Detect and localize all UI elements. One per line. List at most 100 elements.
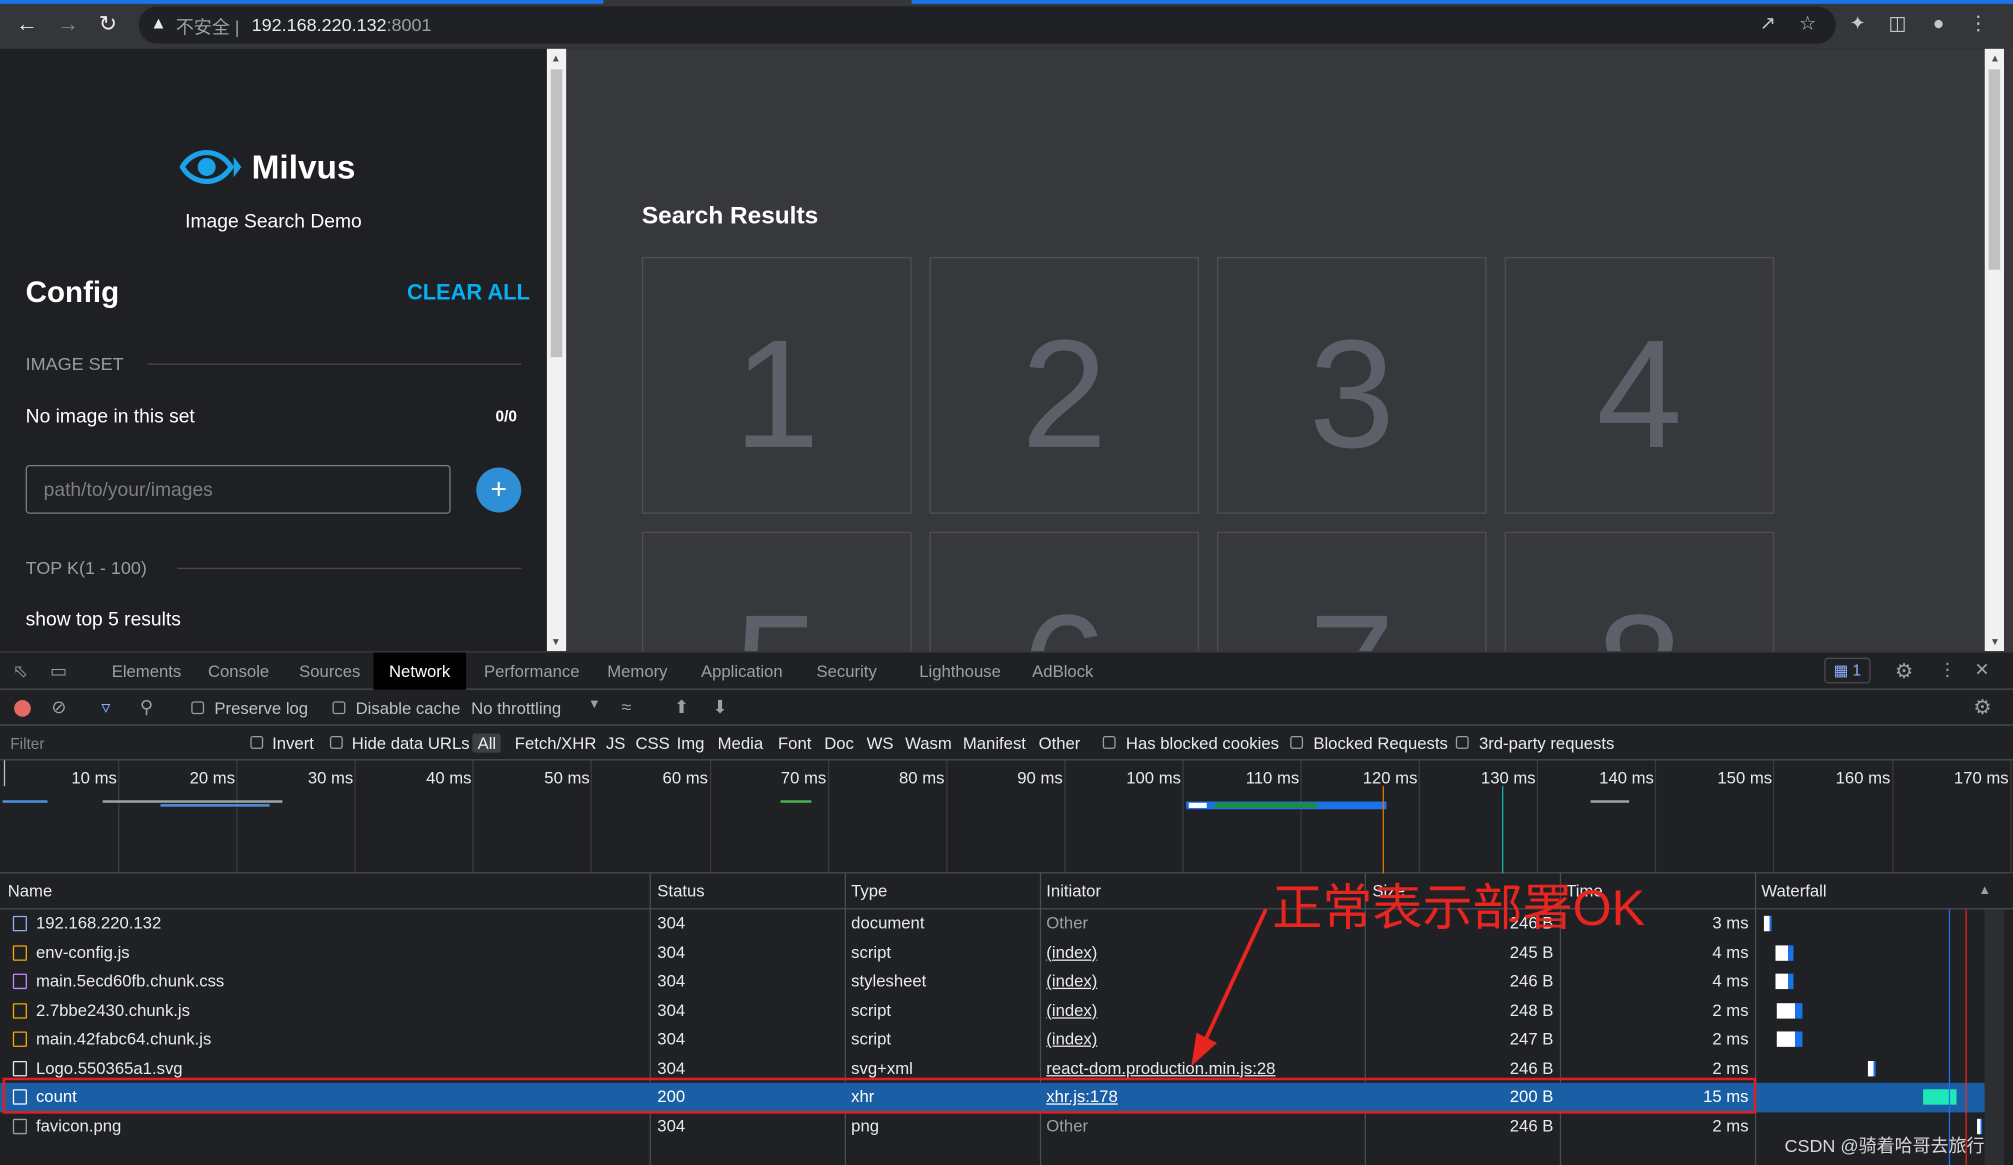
request-initiator[interactable]: (index) <box>1046 971 1097 990</box>
annotation-arrow-icon <box>1191 908 1268 1067</box>
clear-icon[interactable]: ⊘ <box>51 696 66 718</box>
request-initiator[interactable]: (index) <box>1046 942 1097 961</box>
image-path-input[interactable] <box>25 464 451 514</box>
image-icon <box>12 1118 27 1134</box>
filter-doc[interactable]: Doc <box>824 733 854 752</box>
column-status[interactable]: Status <box>657 881 704 900</box>
request-initiator[interactable]: (index) <box>1046 1029 1097 1048</box>
profile-icon[interactable]: ● <box>1926 12 1952 38</box>
result-card[interactable]: 1 <box>641 256 912 514</box>
scroll-down-icon[interactable]: ▼ <box>551 636 561 648</box>
more-options-icon[interactable]: ⋮ <box>1939 659 1957 681</box>
tab-console[interactable]: Console <box>208 662 269 681</box>
tab-lighthouse[interactable]: Lighthouse <box>919 662 1001 681</box>
messages-badge[interactable]: ▦ 1 <box>1824 657 1871 684</box>
result-card[interactable]: 3 <box>1217 256 1487 514</box>
filter-icon[interactable]: ▿ <box>101 696 110 718</box>
blocked-requests-checkbox[interactable] <box>1290 736 1304 749</box>
annotation-text: 正常表示部署OK <box>1272 881 1646 937</box>
import-har-icon[interactable]: ⬆ <box>674 696 689 718</box>
table-row[interactable]: env-config.js 304 script (index) 245 B 4 ms <box>0 938 1985 967</box>
star-icon[interactable]: ☆ <box>1795 12 1821 38</box>
throttling-select[interactable]: No throttling <box>471 699 561 718</box>
settings-icon[interactable]: ⚙ <box>1895 659 1913 685</box>
add-path-button[interactable]: + <box>476 467 522 513</box>
forward-icon[interactable]: → <box>55 12 81 38</box>
tab-performance[interactable]: Performance <box>484 662 580 681</box>
request-initiator: Other <box>1046 913 1089 933</box>
table-row[interactable]: main.42fabc64.chunk.js 304 script (index) 24… <box>0 1025 1985 1054</box>
sort-up-icon[interactable]: ▲ <box>1978 884 1991 898</box>
timeline-gridline <box>1891 760 1893 874</box>
waterfall-bar <box>1867 1060 1876 1076</box>
tab-sources[interactable]: Sources <box>299 662 360 681</box>
filter-css[interactable]: CSS <box>635 733 669 752</box>
filter-input[interactable]: Filter <box>10 735 44 753</box>
overview-start-handle[interactable] <box>3 760 6 787</box>
search-icon[interactable]: ⚲ <box>140 696 153 718</box>
record-icon[interactable] <box>14 700 31 717</box>
request-time: 2 ms <box>1712 1115 1749 1135</box>
disable-cache-checkbox[interactable] <box>332 701 346 715</box>
menu-icon[interactable]: ⋮ <box>1965 12 1991 38</box>
result-card[interactable]: 2 <box>929 256 1200 514</box>
result-card[interactable]: 4 <box>1504 256 1775 514</box>
page-scroll-thumb[interactable] <box>1988 69 2001 270</box>
tab-adblock[interactable]: AdBlock <box>1032 662 1093 681</box>
filter-all[interactable]: All <box>472 733 502 753</box>
close-icon[interactable]: ✕ <box>1974 659 1989 681</box>
tab-elements[interactable]: Elements <box>112 662 182 681</box>
reload-icon[interactable]: ↻ <box>95 12 121 38</box>
filter-wasm[interactable]: Wasm <box>905 733 952 752</box>
blocked-cookies-checkbox[interactable] <box>1102 736 1116 749</box>
table-row[interactable]: 2.7bbe2430.chunk.js 304 script (index) 248 B… <box>0 996 1985 1025</box>
column-name[interactable]: Name <box>8 881 53 900</box>
extensions-icon[interactable]: ✦ <box>1845 12 1871 38</box>
back-icon[interactable]: ← <box>14 12 40 38</box>
network-conditions-icon[interactable]: ≈ <box>621 696 631 717</box>
scroll-up-icon[interactable]: ▲ <box>1990 53 2000 65</box>
tab-security[interactable]: Security <box>816 662 876 681</box>
tab-network[interactable]: Network <box>373 652 466 690</box>
results-title: Search Results <box>641 202 819 230</box>
hide-data-urls-checkbox[interactable] <box>329 736 343 749</box>
column-waterfall[interactable]: Waterfall <box>1761 881 1826 900</box>
tab-memory[interactable]: Memory <box>607 662 667 681</box>
filter-img[interactable]: Img <box>677 733 705 752</box>
domcontentloaded-line <box>1502 786 1504 874</box>
table-row[interactable]: favicon.png 304 png Other 246 B 2 ms <box>0 1112 1985 1141</box>
filter-fetch-xhr[interactable]: Fetch/XHR <box>515 733 597 752</box>
third-party-checkbox[interactable] <box>1455 736 1469 749</box>
image-set-label: IMAGE SET <box>25 353 124 374</box>
filter-js[interactable]: JS <box>606 733 625 752</box>
scroll-down-icon[interactable]: ▼ <box>1990 636 2000 648</box>
tab-application[interactable]: Application <box>701 662 783 681</box>
device-toolbar-icon[interactable]: ▭ <box>50 660 67 682</box>
request-initiator[interactable]: (index) <box>1046 1000 1097 1019</box>
sidebar-scroll-thumb[interactable] <box>550 69 563 358</box>
share-icon[interactable]: ↗ <box>1755 12 1781 38</box>
url-text[interactable]: 192.168.220.132:8001 <box>252 14 432 35</box>
column-initiator[interactable]: Initiator <box>1046 881 1101 900</box>
export-har-icon[interactable]: ⬇ <box>713 696 728 718</box>
column-type[interactable]: Type <box>851 881 887 900</box>
network-settings-icon[interactable]: ⚙ <box>1973 695 1991 721</box>
insecure-label[interactable]: 不安全 | <box>176 14 240 40</box>
filter-media[interactable]: Media <box>718 733 763 752</box>
preserve-log-checkbox[interactable] <box>191 701 205 715</box>
invert-checkbox[interactable] <box>250 736 264 749</box>
requests-scrollbar[interactable] <box>1984 909 2005 1165</box>
network-overview[interactable]: 10 ms 20 ms 30 ms 40 ms 50 ms 60 ms 70 ms 80 ms… <box>0 760 2013 874</box>
filter-font[interactable]: Font <box>778 733 811 752</box>
table-row[interactable]: main.5ecd60fb.chunk.css 304 stylesheet (ind… <box>0 967 1985 996</box>
inspect-icon[interactable]: ⬁ <box>13 660 28 682</box>
table-row[interactable]: 192.168.220.132 304 document Other 246 B3 ms <box>0 909 1985 938</box>
clear-all-button[interactable]: CLEAR ALL <box>407 280 530 306</box>
filter-other[interactable]: Other <box>1039 733 1081 752</box>
result-placeholder-number: 3 <box>1308 308 1395 481</box>
filter-manifest[interactable]: Manifest <box>963 733 1026 752</box>
side-panel-icon[interactable]: ◫ <box>1885 12 1911 38</box>
chevron-down-icon[interactable]: ▼ <box>588 697 601 711</box>
filter-ws[interactable]: WS <box>867 733 894 752</box>
scroll-up-icon[interactable]: ▲ <box>551 53 561 65</box>
